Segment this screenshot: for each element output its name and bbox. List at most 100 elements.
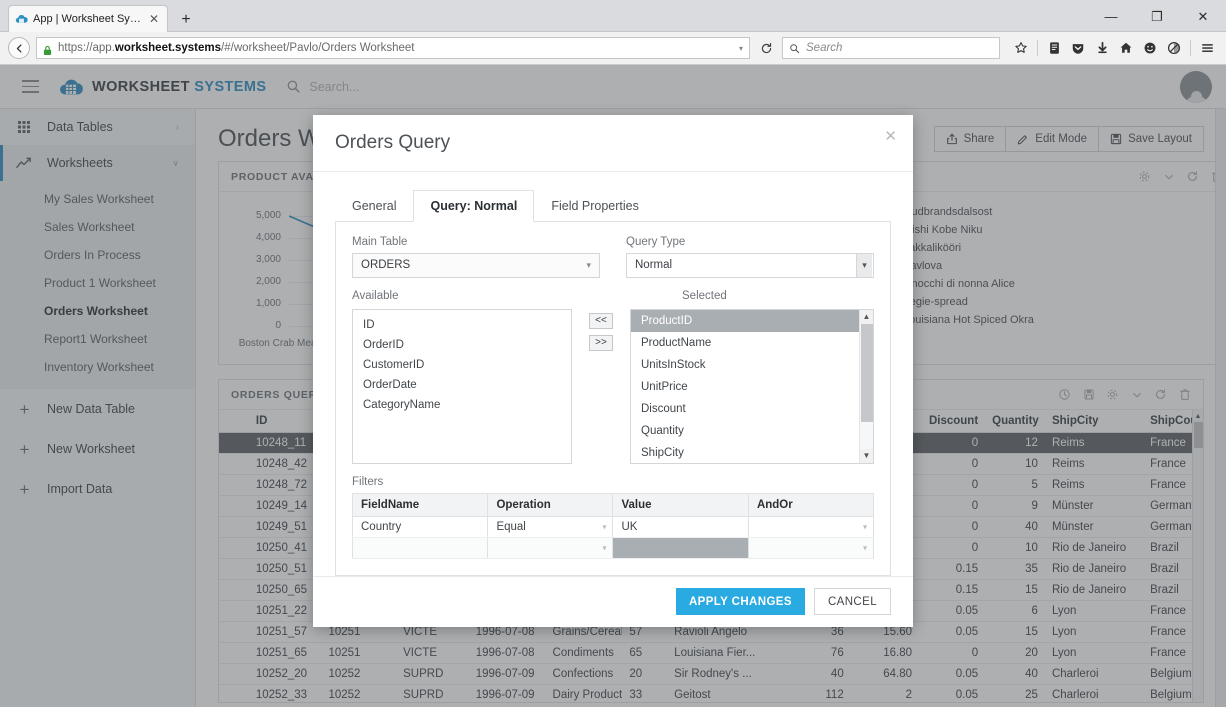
reload-icon[interactable] [756,38,776,58]
minimize-icon[interactable]: — [1088,0,1134,32]
list-item[interactable]: ProductName [631,332,873,354]
chevron-down-icon: ▾ [586,260,591,271]
browser-toolbar-icons [1010,37,1218,59]
transfer-labels-row: Available Selected [352,290,874,307]
url-bar[interactable]: https://app.worksheet.systems/#/workshee… [36,37,750,59]
query-type-label: Query Type [626,236,874,248]
move-right-button[interactable]: >> [589,335,613,351]
query-normal-panel: Main Table ORDERS ▾ Query Type Normal ▾ [335,222,891,576]
filters-header-row: FieldName Operation Value AndOr [353,493,874,516]
main-table-value: ORDERS [361,259,410,271]
field-transfer: ID OrderID CustomerID OrderDate Category… [352,309,874,464]
library-icon[interactable] [1043,37,1065,59]
lock-icon [43,43,52,54]
filter-fieldname-cell[interactable] [353,537,488,558]
list-item-selected[interactable]: ProductID [631,310,873,332]
list-item[interactable]: OrderDate [353,375,571,395]
maximize-icon[interactable]: ❐ [1134,0,1180,32]
modal-header: Orders Query ✕ [313,115,913,172]
downloads-icon[interactable] [1091,37,1113,59]
filter-value-cell[interactable]: UK [613,516,748,537]
selected-list-scrollbar[interactable]: ▲ ▼ [859,310,873,463]
list-item[interactable]: OrderID [353,335,571,355]
list-item[interactable]: CategoryName [353,395,571,415]
filter-value-cell[interactable] [613,537,748,558]
list-item[interactable]: ShipCity [631,442,873,464]
query-type-field: Query Type Normal ▾ [626,236,874,278]
url-text: https://app.worksheet.systems/#/workshee… [58,42,414,54]
list-item[interactable]: UnitsInStock [631,354,873,376]
scroll-down-arrow[interactable]: ▼ [860,449,873,463]
home-icon[interactable] [1115,37,1137,59]
browser-navbar: https://app.worksheet.systems/#/workshee… [0,32,1226,65]
filter-col-operation: Operation [488,493,613,516]
browser-tab[interactable]: App | Worksheet Systems ✕ [8,5,168,32]
modal-tabs: General Query: Normal Field Properties [335,190,891,222]
close-window-icon[interactable]: ✕ [1180,0,1226,32]
tab-field-properties[interactable]: Field Properties [534,190,656,222]
app-root: App | Worksheet Systems ✕ + — ❐ ✕ https:… [0,0,1226,707]
query-type-select[interactable]: Normal ▾ [626,253,874,278]
filter-operation-cell[interactable]: Equal▾ [488,516,613,537]
top-fields-row: Main Table ORDERS ▾ Query Type Normal ▾ [352,236,874,278]
scroll-thumb[interactable] [861,324,873,422]
filter-col-fieldname: FieldName [353,493,488,516]
filter-col-andor: AndOr [748,493,873,516]
modal-title: Orders Query [335,132,450,154]
chevron-down-icon: ▾ [602,522,606,531]
search-icon [789,43,800,54]
chevron-down-icon: ▾ [602,543,606,552]
chevron-down-icon: ▾ [863,522,867,531]
main-table-select[interactable]: ORDERS ▾ [352,253,600,278]
cloud-icon [15,13,28,26]
browser-search-input[interactable]: Search [782,37,1000,59]
list-item[interactable]: Quantity [631,420,873,442]
list-item[interactable]: CustomerID [353,355,571,375]
filter-col-value: Value [613,493,748,516]
filters-label: Filters [352,476,874,488]
tab-title: App | Worksheet Systems [33,13,142,25]
back-button[interactable] [8,37,30,59]
list-item[interactable]: Discount [631,398,873,420]
toolbar-divider [1037,40,1038,56]
sync-icon[interactable] [1139,37,1161,59]
orders-query-modal: Orders Query ✕ General Query: Normal Fie… [313,115,913,627]
modal-body: General Query: Normal Field Properties M… [313,172,913,576]
window-controls: — ❐ ✕ [1088,0,1226,32]
tracking-protection-icon[interactable] [1163,37,1185,59]
cancel-button[interactable]: CANCEL [814,588,891,615]
selected-label: Selected [682,290,874,302]
available-label: Available [352,290,572,302]
filter-row[interactable]: Country Equal▾ UK ▾ [353,516,874,537]
chevron-down-icon[interactable]: ▾ [739,44,743,53]
selected-listbox[interactable]: ProductID ProductName UnitsInStock UnitP… [630,309,874,464]
menu-icon[interactable] [1196,37,1218,59]
new-tab-button[interactable]: + [176,10,196,30]
list-item[interactable]: ID [353,315,571,335]
scroll-up-arrow[interactable]: ▲ [860,310,873,324]
query-type-value: Normal [635,259,672,271]
list-item[interactable]: UnitPrice [631,376,873,398]
available-listbox[interactable]: ID OrderID CustomerID OrderDate Category… [352,309,572,464]
apply-changes-button[interactable]: APPLY CHANGES [676,588,805,615]
close-tab-icon[interactable]: ✕ [147,13,161,25]
toolbar-divider-2 [1190,40,1191,56]
main-table-field: Main Table ORDERS ▾ [352,236,600,278]
tab-general[interactable]: General [335,190,413,222]
filter-andor-cell[interactable]: ▾ [748,537,873,558]
close-icon[interactable]: ✕ [884,129,897,144]
filters-table: FieldName Operation Value AndOr Country … [352,493,874,559]
browser-titlebar: App | Worksheet Systems ✕ + — ❐ ✕ [0,0,1226,32]
browser-search-placeholder: Search [806,42,842,54]
filter-andor-cell[interactable]: ▾ [748,516,873,537]
modal-footer: APPLY CHANGES CANCEL [313,576,913,627]
move-left-button[interactable]: << [589,313,613,329]
chevron-down-icon: ▾ [863,543,867,552]
star-icon[interactable] [1010,37,1032,59]
tab-query-normal[interactable]: Query: Normal [413,190,534,222]
filter-fieldname-cell[interactable]: Country [353,516,488,537]
pocket-icon[interactable] [1067,37,1089,59]
filter-row[interactable]: ▾ ▾ [353,537,874,558]
chevron-down-icon[interactable]: ▾ [856,254,872,277]
filter-operation-cell[interactable]: ▾ [488,537,613,558]
